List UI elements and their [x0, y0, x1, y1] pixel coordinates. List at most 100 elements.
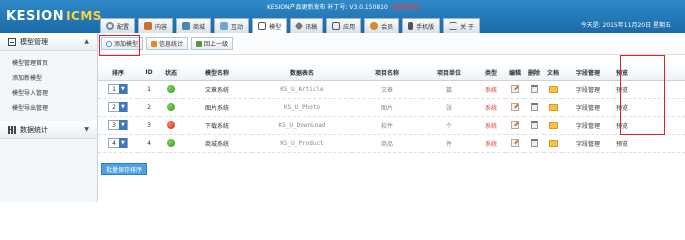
- version-tag[interactable]: [最新版本]: [392, 4, 421, 11]
- col-table-name: 数据表名: [252, 65, 352, 81]
- col-model-name: 模型名称: [182, 65, 252, 81]
- docs-cell: [544, 80, 562, 99]
- docs-cell: [544, 98, 562, 117]
- logo: KESION ICMS: [6, 4, 102, 28]
- sidebar-item-model-import[interactable]: 模型导入管理: [12, 86, 97, 101]
- tab-config[interactable]: 配置: [100, 18, 136, 33]
- sidebar: 模型管理 ▲ 模型管理首页 添加新模型 模型导入管理 模型导出管理 数据统计 ▼: [0, 33, 98, 202]
- folder-icon[interactable]: [548, 121, 558, 129]
- folder-icon[interactable]: [548, 85, 558, 93]
- chevron-down-icon[interactable]: ▼: [84, 126, 89, 133]
- trash-icon[interactable]: [530, 85, 538, 93]
- tab-shop[interactable]: 商城: [176, 18, 212, 33]
- field-manage-link[interactable]: 字段管理: [562, 80, 614, 99]
- trash-icon[interactable]: [530, 121, 538, 129]
- tab-label: 应用: [343, 23, 356, 31]
- item-name-cell: 软件: [352, 116, 422, 135]
- back-icon: [196, 40, 203, 47]
- table-row: 2 ▼ 2 图片系统 KS_U_Photo 图片 张 系统 字段管理 预览: [98, 98, 685, 117]
- stats-icon: [151, 40, 158, 47]
- item-unit-cell: 个: [422, 116, 476, 135]
- table-name-cell: KS_U_Photo: [252, 98, 352, 117]
- id-cell: 2: [138, 98, 160, 117]
- edit-cell: [506, 116, 524, 135]
- edit-icon[interactable]: [511, 139, 519, 147]
- section-title: 模型管理: [20, 37, 48, 46]
- order-select[interactable]: 3 ▼: [108, 120, 128, 130]
- order-cell: 3 ▼: [98, 116, 138, 135]
- sidebar-section-model[interactable]: 模型管理 ▲: [0, 33, 97, 51]
- app-icon: [332, 22, 341, 30]
- status-disabled-icon[interactable]: [167, 121, 175, 129]
- order-cell: 1 ▼: [98, 80, 138, 99]
- select-value: 2: [112, 103, 116, 111]
- chevron-down-icon: ▼: [118, 102, 127, 112]
- tab-content[interactable]: 内容: [138, 18, 174, 33]
- trash-icon[interactable]: [530, 103, 538, 111]
- item-unit-cell: 篇: [422, 80, 476, 99]
- col-edit: 编辑: [506, 65, 524, 81]
- col-status: 状态: [160, 65, 182, 81]
- toolbar: 添加模型 信息统计 回上一级: [98, 33, 685, 55]
- field-manage-link[interactable]: 字段管理: [562, 116, 614, 135]
- main-nav-tabs: 配置 内容 商城 互动 模型 讯稿 应用 会员 手机版 关 于: [100, 17, 483, 33]
- edit-icon[interactable]: [511, 103, 519, 111]
- tab-draft[interactable]: 讯稿: [290, 18, 324, 33]
- select-value: 3: [112, 121, 116, 129]
- info-stats-button[interactable]: 信息统计: [146, 37, 189, 50]
- item-name-cell: 商品: [352, 134, 422, 153]
- chevron-down-icon: ▼: [118, 138, 127, 148]
- model-name-cell: 下载系统: [182, 116, 252, 135]
- logo-text: KESION: [6, 8, 65, 24]
- main-content: 添加模型 信息统计 回上一级 排序 ID 状态 模型名称 数据表名 项目名称 项…: [98, 33, 685, 202]
- announcement-text[interactable]: KESION产品更新发布 补丁号: V3.0.150810: [267, 4, 388, 11]
- table-row: 1 ▼ 1 文章系统 KS_U_Article 文章 篇 系统 字段管理 预览: [98, 80, 685, 99]
- tab-model[interactable]: 模型: [252, 18, 288, 33]
- status-enabled-icon[interactable]: [167, 103, 175, 111]
- menu-icon: [449, 22, 458, 30]
- tab-label: 讯稿: [305, 23, 318, 31]
- type-cell: 系统: [476, 134, 506, 153]
- edit-icon[interactable]: [511, 85, 519, 93]
- order-select[interactable]: 1 ▼: [108, 84, 128, 94]
- tab-mobile[interactable]: 手机版: [402, 18, 441, 33]
- trash-icon[interactable]: [530, 139, 538, 147]
- field-manage-link[interactable]: 字段管理: [562, 134, 614, 153]
- table-header-row: 排序 ID 状态 模型名称 数据表名 项目名称 项目单位 类型 编辑 删除 文档…: [98, 65, 685, 81]
- chevron-down-icon: ▼: [118, 84, 127, 94]
- sidebar-section-stats[interactable]: 数据统计 ▼: [0, 121, 97, 139]
- folder-icon[interactable]: [548, 103, 558, 111]
- model-name-cell: 图片系统: [182, 98, 252, 117]
- top-header: KESION ICMS KESION产品更新发布 补丁号: V3.0.150810…: [0, 0, 685, 33]
- back-up-button[interactable]: 回上一级: [191, 37, 234, 50]
- field-manage-link[interactable]: 字段管理: [562, 98, 614, 117]
- type-cell: 系统: [476, 116, 506, 135]
- model-name-cell: 商城系统: [182, 134, 252, 153]
- user-icon: [370, 22, 379, 30]
- edit-icon[interactable]: [511, 121, 519, 129]
- edit-cell: [506, 134, 524, 153]
- sidebar-item-add-model[interactable]: 添加新模型: [12, 71, 97, 86]
- order-select[interactable]: 2 ▼: [108, 102, 128, 112]
- table-name-cell: KS_U_DownLoad: [252, 116, 352, 135]
- tab-members[interactable]: 会员: [364, 18, 400, 33]
- col-type: 类型: [476, 65, 506, 81]
- tab-about[interactable]: 关 于: [443, 18, 481, 33]
- tab-label: 模型: [269, 23, 282, 31]
- sidebar-item-model-home[interactable]: 模型管理首页: [12, 56, 97, 71]
- item-unit-cell: 件: [422, 134, 476, 153]
- order-select[interactable]: 4 ▼: [108, 138, 128, 148]
- status-enabled-icon[interactable]: [167, 139, 175, 147]
- status-enabled-icon[interactable]: [167, 85, 175, 93]
- preview-link[interactable]: 预览: [614, 134, 685, 153]
- sidebar-item-model-export[interactable]: 模型导出管理: [12, 101, 97, 116]
- table-row: 4 ▼ 4 商城系统 KS_U_Product 商品 件 系统 字段管理 预览: [98, 134, 685, 153]
- tab-apps[interactable]: 应用: [326, 18, 362, 33]
- batch-save-order-button[interactable]: 批量保存排序: [101, 163, 148, 175]
- update-announcement[interactable]: KESION产品更新发布 补丁号: V3.0.150810 [最新版本]: [267, 2, 421, 11]
- chevron-up-icon[interactable]: ▲: [84, 38, 89, 45]
- tab-label: 手机版: [416, 23, 435, 31]
- folder-icon[interactable]: [548, 139, 558, 147]
- tab-interact[interactable]: 互动: [214, 18, 250, 33]
- tab-label: 内容: [155, 23, 168, 31]
